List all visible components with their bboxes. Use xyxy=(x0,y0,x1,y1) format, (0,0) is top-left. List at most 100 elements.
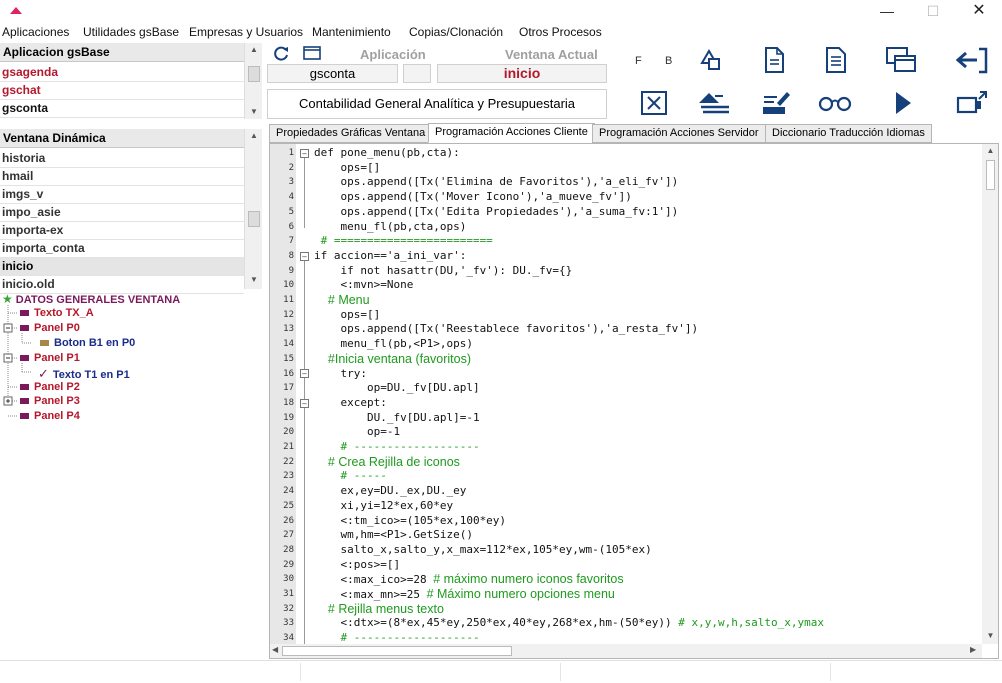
menu-mantenimiento[interactable]: Mantenimiento xyxy=(312,25,391,39)
code-line[interactable]: # Menu xyxy=(314,293,370,307)
scroll-thumb[interactable] xyxy=(986,160,995,190)
code-line[interactable]: if accion=='a_ini_var': xyxy=(314,249,466,262)
tab-diccionario[interactable]: Diccionario Traducción Idiomas xyxy=(765,124,932,143)
fold-toggle-icon[interactable]: – xyxy=(300,369,309,378)
window-icon[interactable] xyxy=(303,46,321,60)
scroll-right-icon[interactable]: ▶ xyxy=(970,645,976,654)
build-icon[interactable] xyxy=(697,89,731,117)
list-item[interactable]: gsagenda xyxy=(0,64,244,82)
code-line[interactable]: op=DU._fv[DU.apl] xyxy=(314,381,480,394)
code-line[interactable]: ops=[] xyxy=(314,161,380,174)
code-line[interactable]: <:max_mn>=25 # Máximo numero opciones me… xyxy=(314,587,614,601)
run-icon[interactable] xyxy=(892,89,914,117)
code-line[interactable]: DU._fv[DU.apl]=-1 xyxy=(314,411,480,424)
scroll-down-icon[interactable]: ▼ xyxy=(984,631,997,640)
shapes-icon[interactable] xyxy=(697,47,723,73)
scroll-up-icon[interactable]: ▲ xyxy=(245,131,263,140)
f-button[interactable]: F xyxy=(635,55,642,67)
refresh-icon[interactable] xyxy=(271,45,291,61)
fold-toggle-icon[interactable]: – xyxy=(300,149,309,158)
code-line[interactable]: ops=[] xyxy=(314,308,380,321)
tab-propiedades[interactable]: Propiedades Gráficas Ventana xyxy=(269,124,433,143)
scroll-down-icon[interactable]: ▼ xyxy=(245,107,263,116)
code-line[interactable]: wm,hm=<P1>.GetSize() xyxy=(314,528,472,541)
maximize-icon[interactable]: ☐ xyxy=(910,0,956,22)
code-line[interactable]: def pone_menu(pb,cta): xyxy=(314,146,460,159)
code-line[interactable]: ops.append([Tx('Mover Icono'),'a_mueve_f… xyxy=(314,190,631,203)
app-code-field[interactable] xyxy=(403,64,431,83)
menu-empresas[interactable]: Empresas y Usuarios xyxy=(189,25,303,39)
code-line[interactable]: try: xyxy=(314,367,367,380)
tree-node-panel-p3[interactable]: Panel P3 xyxy=(20,395,80,407)
list-item-selected[interactable]: inicio xyxy=(0,258,244,276)
windows-stack-icon[interactable] xyxy=(885,46,919,76)
exit-icon[interactable] xyxy=(955,89,989,117)
menu-otros[interactable]: Otros Procesos xyxy=(519,25,602,39)
menu-aplicaciones[interactable]: Aplicaciones xyxy=(2,25,69,39)
edit-icon[interactable] xyxy=(761,89,791,117)
scroll-down-icon[interactable]: ▼ xyxy=(245,275,263,284)
code-line[interactable]: <:max_ico>=28 # máximo numero iconos fav… xyxy=(314,572,623,586)
code-line[interactable]: # Crea Rejilla de iconos xyxy=(314,455,460,469)
code-line[interactable]: <:mvn>=None xyxy=(314,278,413,291)
code-line[interactable]: except: xyxy=(314,396,386,409)
code-line[interactable]: <:tm_ico>=(105*ex,100*ey) xyxy=(314,514,506,527)
scroll-up-icon[interactable]: ▲ xyxy=(245,45,263,54)
editor-vertical-scrollbar[interactable]: ▲ ▼ xyxy=(982,144,998,644)
fold-toggle-icon[interactable]: – xyxy=(300,252,309,261)
window-field[interactable]: inicio xyxy=(437,64,607,83)
code-line[interactable]: # ------------------- xyxy=(314,631,479,644)
tree-node-panel-p2[interactable]: Panel P2 xyxy=(20,381,80,393)
code-line[interactable]: # Rejilla menus texto xyxy=(314,602,444,616)
tree-node-panel-p0[interactable]: Panel P0 xyxy=(20,322,80,334)
code-line[interactable]: if not hasattr(DU,'_fv'): DU._fv={} xyxy=(314,264,572,277)
tree-node-boton-b1[interactable]: Boton B1 en P0 xyxy=(40,337,135,349)
list-item[interactable]: gsconta xyxy=(0,100,244,118)
tree-root[interactable]: ★ DATOS GENERALES VENTANA xyxy=(2,292,180,306)
list-item[interactable]: gschat xyxy=(0,82,244,100)
menu-copias[interactable]: Copias/Clonación xyxy=(409,25,503,39)
back-icon[interactable] xyxy=(955,47,989,75)
view-glasses-icon[interactable] xyxy=(817,93,853,113)
list-item[interactable]: impo_asie xyxy=(0,204,244,222)
tree-node-panel-p1[interactable]: Panel P1 xyxy=(20,352,80,364)
apps-scrollbar[interactable]: ▲ ▼ xyxy=(244,43,262,119)
tab-programacion-cliente[interactable]: Programación Acciones Cliente xyxy=(428,123,595,143)
code-line[interactable]: <:pos>=[] xyxy=(314,558,400,571)
list-item[interactable]: historia xyxy=(0,150,244,168)
code-line[interactable]: # ----- xyxy=(314,469,386,482)
code-line[interactable]: menu_fl(pb,<P1>,ops) xyxy=(314,337,472,350)
scroll-up-icon[interactable]: ▲ xyxy=(984,146,997,155)
app-field[interactable]: gsconta xyxy=(267,64,398,83)
fold-toggle-icon[interactable]: – xyxy=(300,399,309,408)
code-editor[interactable]: – – – – 1 def pone_menu(pb,cta): 2 ops=[] 3… xyxy=(269,143,999,659)
code-line[interactable]: #Inicia ventana (favoritos) xyxy=(314,352,471,366)
tree-node-panel-p4[interactable]: Panel P4 xyxy=(20,410,80,422)
scroll-thumb[interactable] xyxy=(282,646,512,656)
close-window-icon[interactable] xyxy=(640,90,668,116)
code-line[interactable]: ops.append([Tx('Reestablece favoritos'),… xyxy=(314,322,698,335)
list-item[interactable]: imgs_v xyxy=(0,186,244,204)
b-button[interactable]: B xyxy=(665,55,672,67)
windows-scrollbar[interactable]: ▲ ▼ xyxy=(244,129,262,289)
tree-node-texto-t1[interactable]: ✓ Texto T1 en P1 xyxy=(38,366,130,382)
code-line[interactable]: # ------------------- xyxy=(314,440,479,453)
code-line[interactable]: # ======================== xyxy=(314,234,493,247)
minimize-icon[interactable]: — xyxy=(864,0,910,22)
tab-programacion-servidor[interactable]: Programación Acciones Servidor xyxy=(592,124,766,143)
code-line[interactable]: <:dtx>=(8*ex,45*ey,250*ex,40*ey,268*ex,h… xyxy=(314,616,823,629)
code-line[interactable]: ops.append([Tx('Edita Propiedades'),'a_s… xyxy=(314,205,678,218)
editor-horizontal-scrollbar[interactable]: ◀ ▶ xyxy=(270,644,982,658)
code-line[interactable]: ops.append([Tx('Elimina de Favoritos'),'… xyxy=(314,175,678,188)
code-line[interactable]: salto_x,salto_y,x_max=112*ex,105*ey,wm-(… xyxy=(314,543,651,556)
scroll-thumb[interactable] xyxy=(248,211,260,227)
list-item[interactable]: importa_conta xyxy=(0,240,244,258)
tree-node-texto-tx-a[interactable]: Texto TX_A xyxy=(20,307,94,319)
scroll-thumb[interactable] xyxy=(248,66,260,82)
list-item[interactable]: hmail xyxy=(0,168,244,186)
document-icon[interactable] xyxy=(761,46,787,74)
code-line[interactable]: op=-1 xyxy=(314,425,400,438)
code-line[interactable]: ex,ey=DU._ex,DU._ey xyxy=(314,484,466,497)
code-line[interactable]: xi,yi=12*ex,60*ey xyxy=(314,499,453,512)
list-document-icon[interactable] xyxy=(823,46,849,74)
